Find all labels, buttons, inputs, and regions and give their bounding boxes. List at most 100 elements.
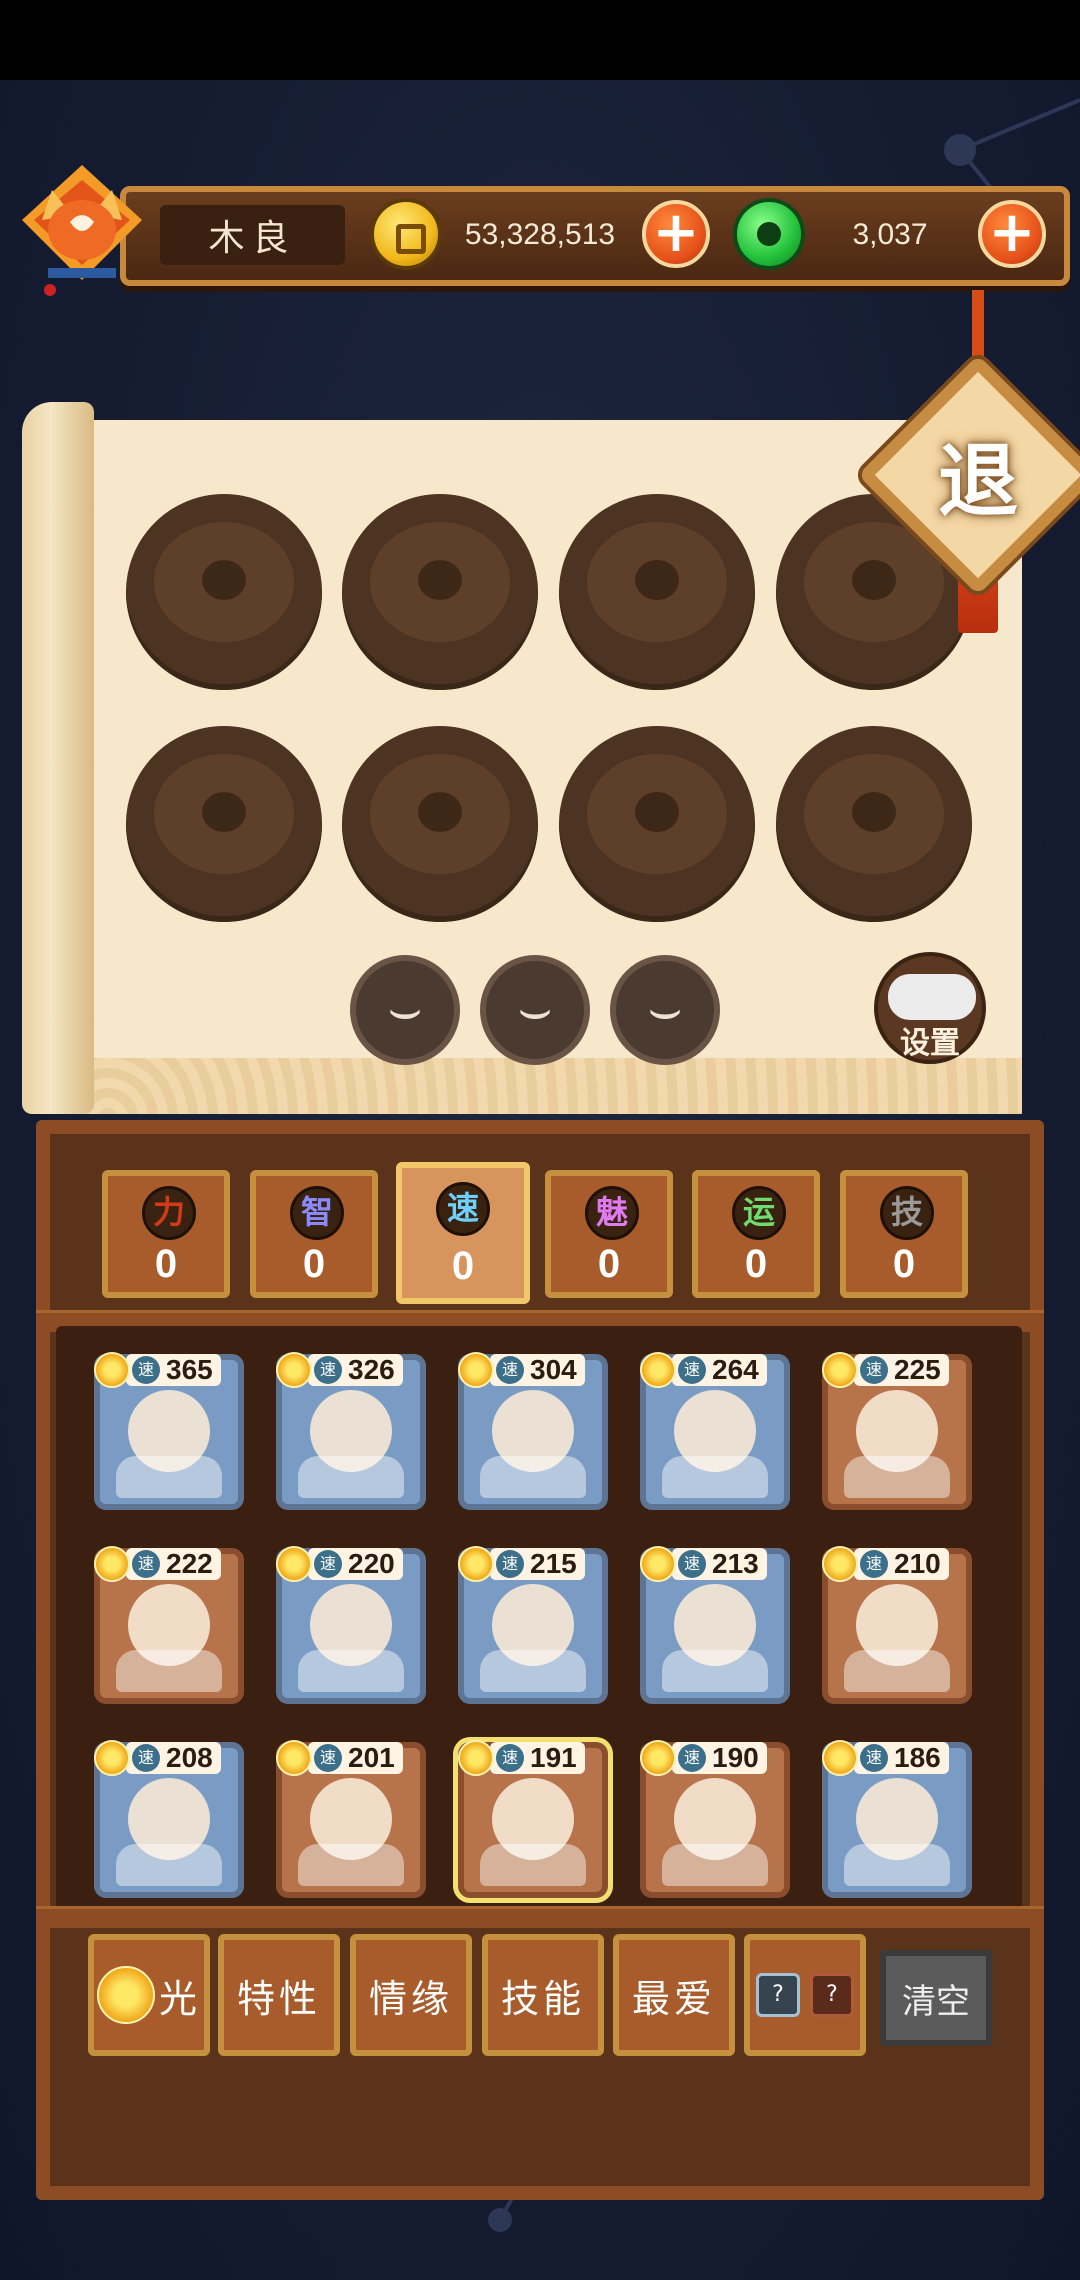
add-jade-button[interactable]: + <box>978 200 1046 268</box>
luck-icon: 运 <box>732 1186 786 1240</box>
wave-pattern <box>78 1058 1022 1114</box>
character-card[interactable]: 速 220 <box>276 1546 426 1704</box>
add-coins-button[interactable]: + <box>642 200 710 268</box>
speed-tag: 速 <box>678 1550 706 1578</box>
character-card[interactable]: 速 304 <box>458 1352 608 1510</box>
character-card[interactable]: 速 225 <box>822 1352 972 1510</box>
character-body <box>844 1650 950 1692</box>
intellect-icon: 智 <box>290 1186 344 1240</box>
team-slot-1[interactable] <box>126 494 322 690</box>
stat-filter-intellect[interactable]: 智 0 <box>250 1170 378 1298</box>
stat-filter-power[interactable]: 力 0 <box>102 1170 230 1298</box>
team-slot-8[interactable] <box>776 726 972 922</box>
fox-mask-icon <box>22 165 142 296</box>
speed-value: 191 <box>530 1742 577 1773</box>
character-body <box>116 1844 222 1886</box>
team-slot-5[interactable] <box>126 726 322 922</box>
speed-value: 264 <box>712 1354 759 1385</box>
rice-bowl-icon[interactable]: ⌣ <box>480 955 590 1065</box>
speed-tag: 速 <box>678 1744 706 1772</box>
jade-amount: 3,037 <box>852 218 928 251</box>
light-element-icon <box>94 1740 130 1776</box>
speed-badge: 速 191 <box>458 1738 626 1778</box>
player-name: 木良 <box>160 205 345 265</box>
settings-button[interactable]: 设置 <box>874 952 986 1064</box>
light-element-icon <box>458 1352 494 1388</box>
stat-value: 0 <box>451 1244 475 1288</box>
speed-value: 213 <box>712 1548 759 1579</box>
team-slot-6[interactable] <box>342 726 538 922</box>
character-card[interactable]: 速 222 <box>94 1546 244 1704</box>
speed-badge: 速 208 <box>94 1738 262 1778</box>
filter-trait-button[interactable]: 特性 <box>218 1934 340 2056</box>
speed-tag: 速 <box>496 1356 524 1384</box>
speed-value: 208 <box>166 1742 213 1773</box>
character-card[interactable]: 速 326 <box>276 1352 426 1510</box>
character-card[interactable]: 速 186 <box>822 1740 972 1898</box>
speed-tag: 速 <box>860 1550 888 1578</box>
speed-tag: 速 <box>314 1744 342 1772</box>
light-element-icon <box>640 1352 676 1388</box>
speed-value: 186 <box>894 1742 941 1773</box>
exit-button[interactable]: 退 <box>893 390 1063 560</box>
character-card[interactable]: 速 213 <box>640 1546 790 1704</box>
stat-value: 0 <box>597 1242 621 1286</box>
character-card[interactable]: 速 210 <box>822 1546 972 1704</box>
clear-button[interactable]: 清空 <box>880 1950 992 2046</box>
character-body <box>298 1650 404 1692</box>
stat-filter-skill[interactable]: 技 0 <box>840 1170 968 1298</box>
speed-tag: 速 <box>496 1744 524 1772</box>
stat-filter-charm[interactable]: 魅 0 <box>545 1170 673 1298</box>
speed-tag: 速 <box>132 1550 160 1578</box>
light-element-icon <box>94 1546 130 1582</box>
speed-tag: 速 <box>314 1356 342 1384</box>
speed-badge: 速 304 <box>458 1350 626 1390</box>
rice-bowl-icon[interactable]: ⌣ <box>610 955 720 1065</box>
player-avatar[interactable] <box>12 160 152 310</box>
stat-value: 0 <box>744 1242 768 1286</box>
character-card[interactable]: 速 215 <box>458 1546 608 1704</box>
filter-skill-label: 技能 <box>500 1976 585 2021</box>
speed-badge: 速 326 <box>276 1350 444 1390</box>
filter-bond-button[interactable]: 情缘 <box>350 1934 472 2056</box>
filter-skill-button[interactable]: 技能 <box>482 1934 604 2056</box>
light-element-icon <box>822 1352 858 1388</box>
stat-filter-luck[interactable]: 运 0 <box>692 1170 820 1298</box>
character-body <box>298 1456 404 1498</box>
team-slot-7[interactable] <box>559 726 755 922</box>
light-element-icon <box>640 1546 676 1582</box>
team-slot-2[interactable] <box>342 494 538 690</box>
character-body <box>480 1844 586 1886</box>
speed-value: 222 <box>166 1548 213 1579</box>
light-element-icon <box>458 1740 494 1776</box>
character-body <box>662 1650 768 1692</box>
speed-value: 225 <box>894 1354 941 1385</box>
character-card[interactable]: 速 264 <box>640 1352 790 1510</box>
character-body <box>662 1456 768 1498</box>
character-card[interactable]: 速 190 <box>640 1740 790 1898</box>
shelf-divider <box>36 1906 1044 1928</box>
filter-unknown-button[interactable]: ? ? <box>744 1934 866 2056</box>
stat-value: 0 <box>892 1242 916 1286</box>
team-slot-3[interactable] <box>559 494 755 690</box>
light-element-icon <box>640 1740 676 1776</box>
character-body <box>662 1844 768 1886</box>
unknown-icon: ? <box>810 1973 854 2017</box>
character-card[interactable]: 速 208 <box>94 1740 244 1898</box>
stat-filter-speed[interactable]: 速 0 <box>396 1162 530 1304</box>
filter-light-label: 光 <box>158 1976 201 2021</box>
speed-value: 215 <box>530 1548 577 1579</box>
sun-icon <box>96 1966 155 2024</box>
character-card[interactable]: 速 365 <box>94 1352 244 1510</box>
charm-icon: 魅 <box>585 1186 639 1240</box>
light-element-icon <box>822 1740 858 1776</box>
character-body <box>116 1456 222 1498</box>
filter-light-button[interactable]: 光 <box>88 1934 210 2056</box>
character-card-selected[interactable]: 速 191 <box>458 1740 608 1898</box>
speed-tag: 速 <box>860 1356 888 1384</box>
light-element-icon <box>276 1352 312 1388</box>
rice-bowl-icon[interactable]: ⌣ <box>350 955 460 1065</box>
light-element-icon <box>458 1546 494 1582</box>
filter-favorite-button[interactable]: 最爱 <box>613 1934 735 2056</box>
character-card[interactable]: 速 201 <box>276 1740 426 1898</box>
